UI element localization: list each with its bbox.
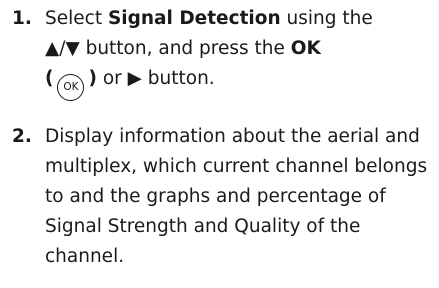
step-text: using the <box>286 8 373 29</box>
open-paren: ( <box>45 68 54 89</box>
step-number: 2. <box>12 126 32 147</box>
step-text: button. <box>147 68 215 89</box>
menu-item-name: Signal Detection <box>107 8 281 29</box>
step-text: or <box>102 68 122 89</box>
step-number: 1. <box>12 8 32 29</box>
close-paren: ) <box>88 68 97 89</box>
ok-button-name: OK <box>290 38 321 59</box>
right-arrow-icon: ▶ <box>127 68 142 89</box>
up-down-arrow-icon: ▲/▼ <box>45 38 80 59</box>
step-1: 1. Select Signal Detection using the ▲/▼… <box>12 4 432 101</box>
instruction-list: 1. Select Signal Detection using the ▲/▼… <box>12 4 432 272</box>
ok-button-icon: OK <box>57 74 85 101</box>
step-2: 2. Display information about the aerial … <box>12 122 432 272</box>
step-text: Select <box>45 8 103 29</box>
step-text: button, and press the <box>85 38 285 59</box>
step-text: Display information about the aerial and… <box>45 126 428 267</box>
